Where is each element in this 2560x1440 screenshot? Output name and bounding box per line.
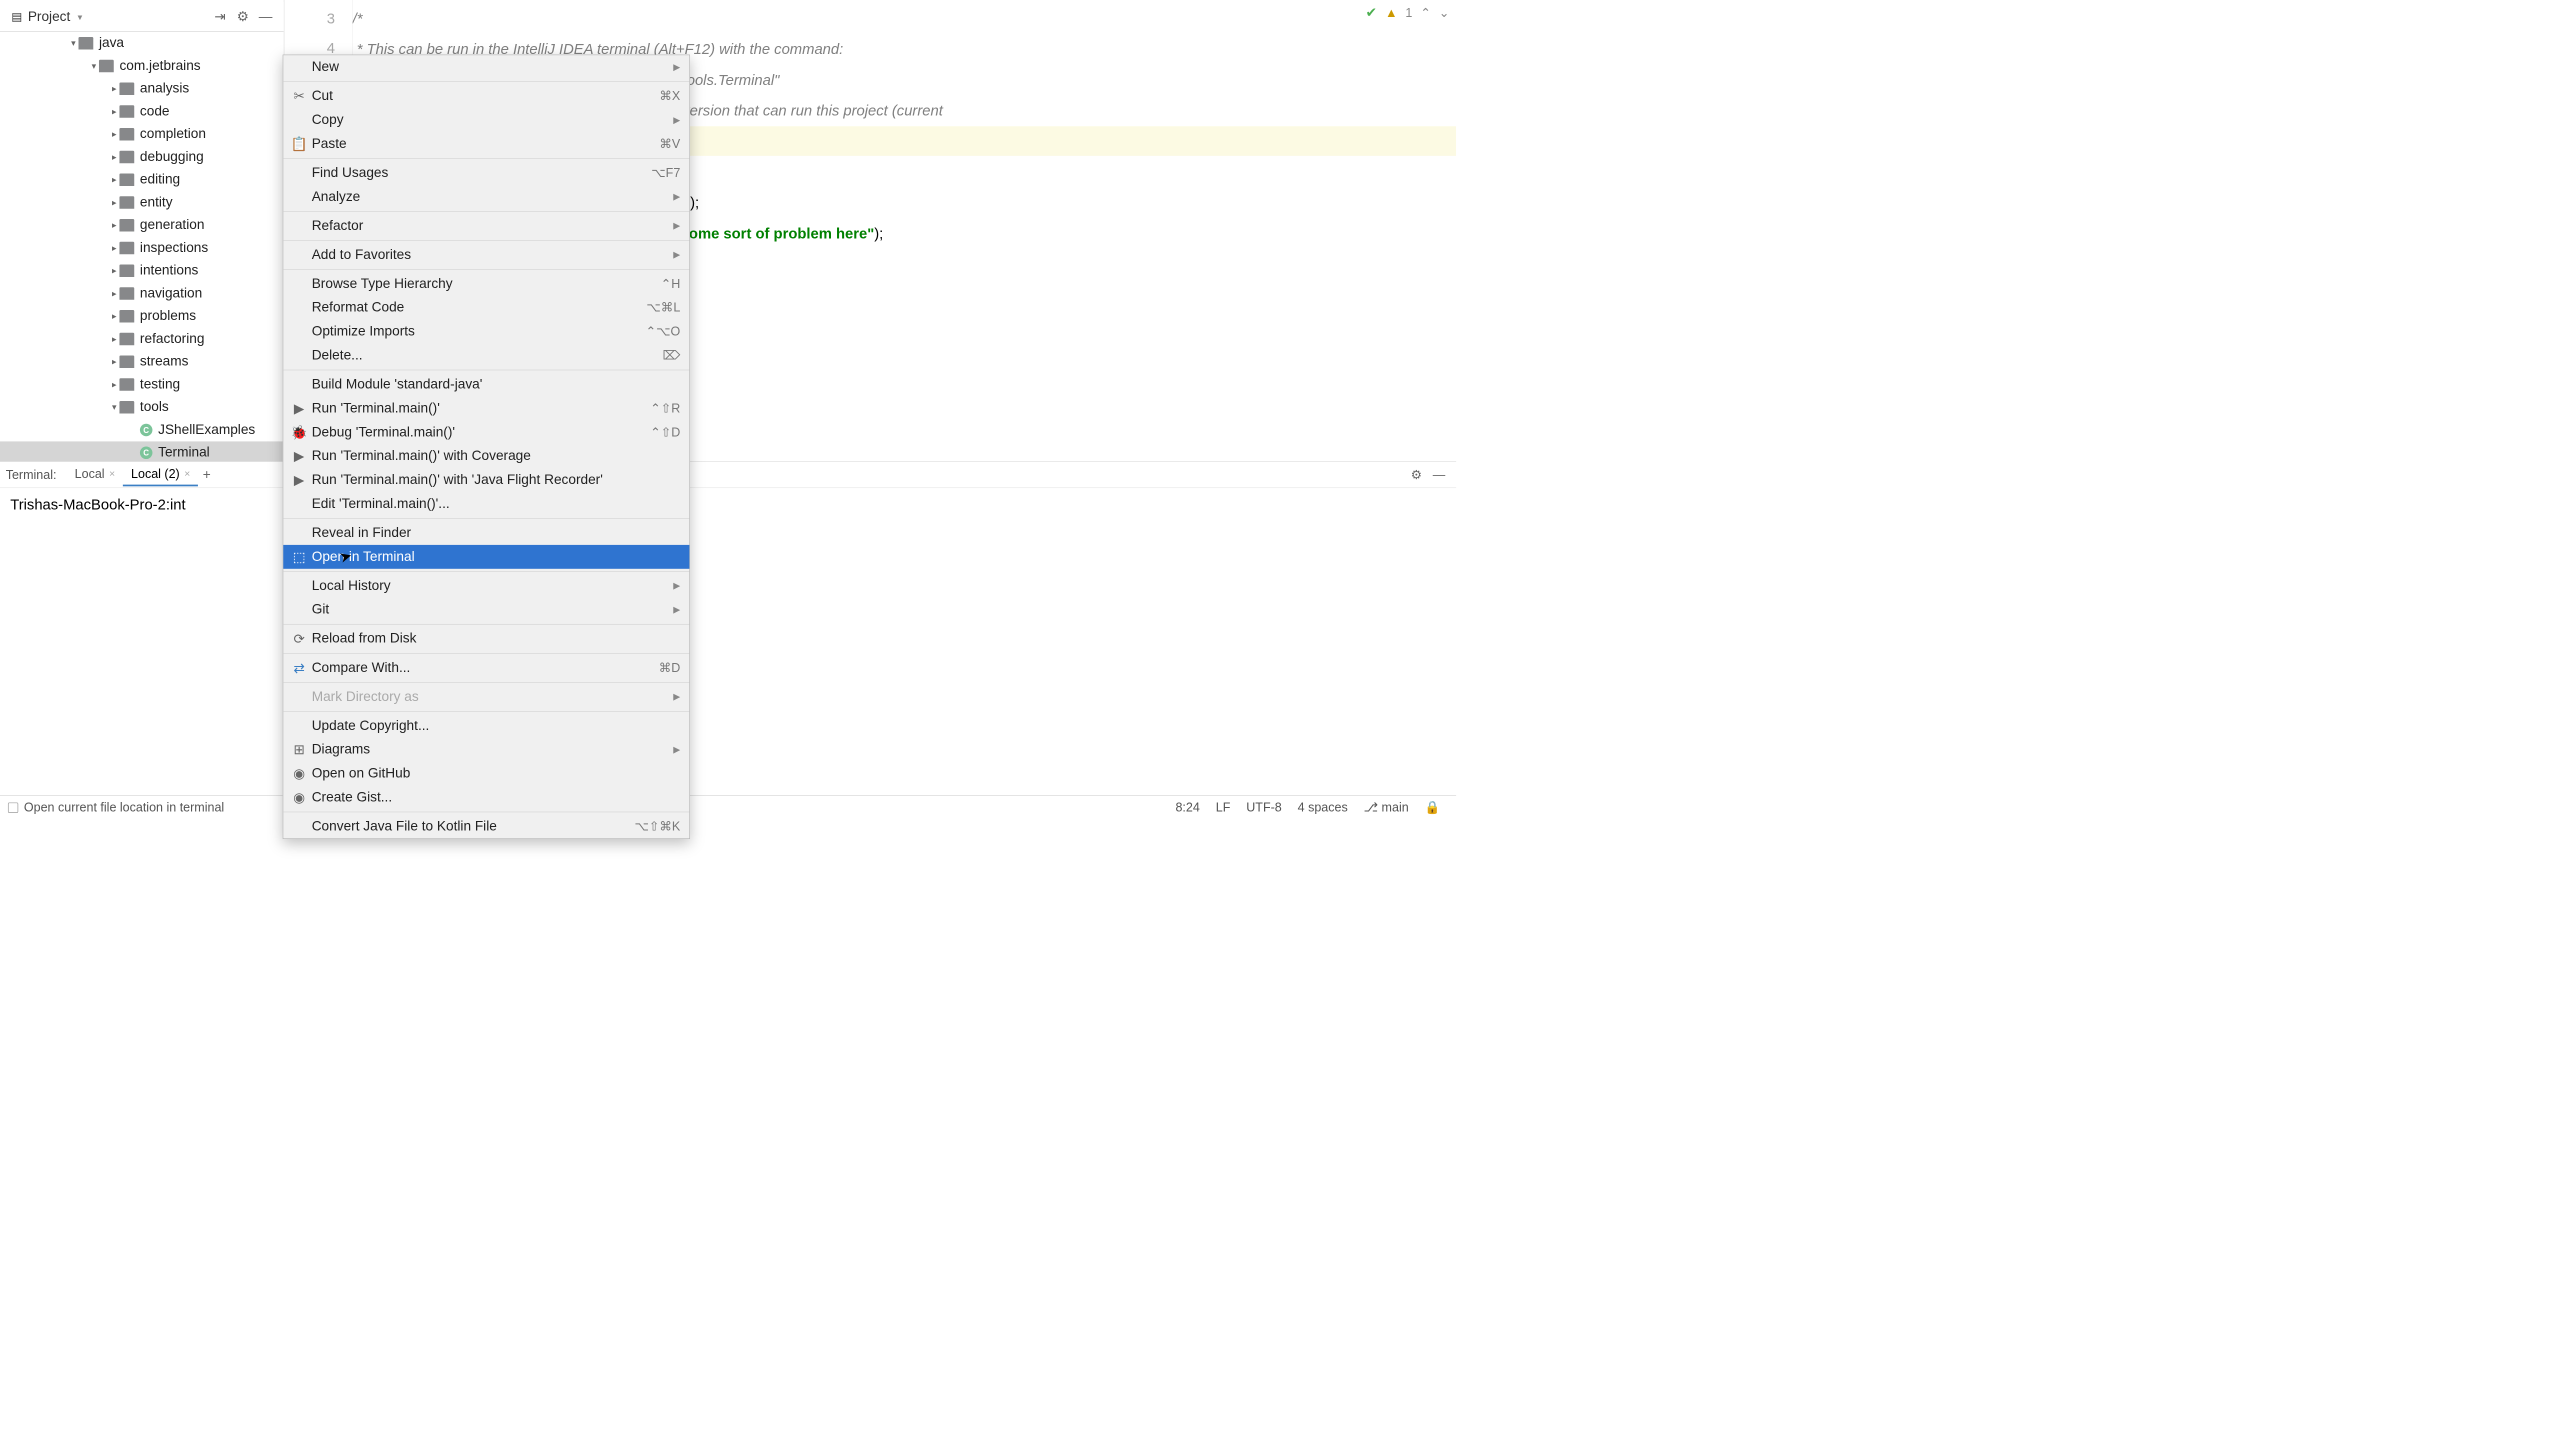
- run-icon: ▶: [290, 472, 308, 488]
- minimize-icon[interactable]: —: [258, 9, 274, 25]
- tree-folder-streams[interactable]: streams: [0, 350, 284, 373]
- menu-paste[interactable]: 📋Paste⌘V: [283, 132, 689, 156]
- reload-icon: ⟳: [290, 631, 308, 647]
- menu-diagrams[interactable]: ⊞Diagrams▶: [283, 738, 689, 762]
- menu-git[interactable]: Git▶: [283, 598, 689, 622]
- status-eol[interactable]: LF: [1216, 800, 1231, 815]
- lock-icon[interactable]: 🔒: [1425, 800, 1441, 815]
- project-selector[interactable]: ▤ Project ▼: [7, 7, 89, 27]
- tree-file-terminal[interactable]: Terminal: [0, 441, 284, 461]
- tree-file-jshell[interactable]: JShellExamples: [0, 419, 284, 442]
- minimize-icon[interactable]: —: [1431, 467, 1447, 483]
- run-icon: ▶: [290, 448, 308, 464]
- collapse-icon[interactable]: ⇥: [212, 9, 228, 25]
- close-icon[interactable]: ×: [184, 468, 190, 480]
- tree-folder-problems[interactable]: problems: [0, 305, 284, 328]
- gear-icon[interactable]: ⚙: [1408, 467, 1424, 483]
- terminal-tab-local2[interactable]: Local (2)×: [123, 463, 198, 486]
- tree-folder-intentions[interactable]: intentions: [0, 259, 284, 282]
- context-menu[interactable]: New▶ ✂Cut⌘X Copy▶ 📋Paste⌘V Find Usages⌥F…: [283, 55, 690, 839]
- menu-run-jfr[interactable]: ▶Run 'Terminal.main()' with 'Java Flight…: [283, 468, 689, 492]
- menu-reformat[interactable]: Reformat Code⌥⌘L: [283, 296, 689, 320]
- terminal-panel[interactable]: Terminal: Local× Local (2)× + ⚙ — Trisha…: [0, 461, 1456, 795]
- gear-icon[interactable]: ⚙: [235, 9, 251, 25]
- status-hint: Open current file location in terminal: [24, 800, 224, 815]
- project-label: Project: [28, 9, 70, 25]
- menu-open-github[interactable]: ◉Open on GitHub: [283, 762, 689, 786]
- tree-folder-tools[interactable]: tools: [0, 396, 284, 419]
- menu-update-copyright[interactable]: Update Copyright...: [283, 714, 689, 738]
- tree-folder-analysis[interactable]: analysis: [0, 77, 284, 100]
- tree-folder-testing[interactable]: testing: [0, 373, 284, 396]
- tree-folder-pkg[interactable]: com.jetbrains: [0, 55, 284, 78]
- checkbox[interactable]: [8, 802, 18, 812]
- menu-find-usages[interactable]: Find Usages⌥F7: [283, 161, 689, 185]
- tree-folder-code[interactable]: code: [0, 100, 284, 123]
- warning-icon: ▲: [1385, 5, 1397, 20]
- chevron-down-icon: ▼: [76, 12, 84, 21]
- menu-cut[interactable]: ✂Cut⌘X: [283, 84, 689, 108]
- tree-folder-inspections[interactable]: inspections: [0, 237, 284, 260]
- tree-folder-refactoring[interactable]: refactoring: [0, 328, 284, 351]
- menu-optimize-imports[interactable]: Optimize Imports⌃⌥O: [283, 320, 689, 344]
- menu-add-favorites[interactable]: Add to Favorites▶: [283, 243, 689, 267]
- run-icon: ▶: [290, 400, 308, 416]
- menu-local-history[interactable]: Local History▶: [283, 574, 689, 598]
- tree-folder-debugging[interactable]: debugging: [0, 146, 284, 169]
- chevron-up-icon[interactable]: ⌃: [1420, 5, 1430, 20]
- tree-folder-generation[interactable]: generation: [0, 214, 284, 237]
- close-icon[interactable]: ×: [109, 468, 115, 480]
- tree-folder-navigation[interactable]: navigation: [0, 282, 284, 305]
- diagram-icon: ⊞: [290, 741, 308, 757]
- github-icon: ◉: [290, 765, 308, 781]
- chevron-down-icon[interactable]: ⌄: [1439, 5, 1449, 20]
- menu-reload[interactable]: ⟳Reload from Disk: [283, 627, 689, 651]
- menu-analyze[interactable]: Analyze▶: [283, 185, 689, 209]
- github-icon: ◉: [290, 789, 308, 805]
- menu-compare[interactable]: ⇄Compare With...⌘D: [283, 656, 689, 680]
- tree-folder-entity[interactable]: entity: [0, 191, 284, 214]
- tree-folder-editing[interactable]: editing: [0, 168, 284, 191]
- menu-refactor[interactable]: Refactor▶: [283, 214, 689, 238]
- menu-run-coverage[interactable]: ▶Run 'Terminal.main()' with Coverage: [283, 444, 689, 468]
- debug-icon: 🐞: [290, 424, 308, 440]
- diff-icon: ⇄: [290, 660, 308, 676]
- terminal-icon: ⬚: [290, 549, 308, 565]
- tree-folder-java[interactable]: java: [0, 32, 284, 55]
- menu-convert-kotlin[interactable]: Convert Java File to Kotlin File⌥⇧⌘K: [283, 815, 689, 839]
- clipboard-icon: 📋: [290, 136, 308, 152]
- terminal-output[interactable]: Trishas-MacBook-Pro-2:int: [0, 488, 1456, 795]
- menu-create-gist[interactable]: ◉Create Gist...: [283, 786, 689, 810]
- status-pos[interactable]: 8:24: [1175, 800, 1199, 815]
- menu-copy[interactable]: Copy▶: [283, 108, 689, 132]
- menu-run[interactable]: ▶Run 'Terminal.main()'⌃⇧R: [283, 396, 689, 420]
- menu-debug[interactable]: 🐞Debug 'Terminal.main()'⌃⇧D: [283, 420, 689, 444]
- terminal-tab-local[interactable]: Local×: [67, 463, 123, 486]
- menu-new[interactable]: New▶: [283, 55, 689, 79]
- menu-mark-directory: Mark Directory as▶: [283, 685, 689, 709]
- check-icon: ✔: [1366, 5, 1377, 21]
- status-indent[interactable]: 4 spaces: [1298, 800, 1348, 815]
- status-branch[interactable]: ⎇ main: [1364, 800, 1409, 815]
- status-bar: Open current file location in terminal 8…: [0, 795, 1456, 819]
- warning-count: 1: [1405, 5, 1412, 20]
- project-tree[interactable]: ▤ Project ▼ ⇥ ⚙ — java com.jetbrains ana…: [0, 0, 284, 461]
- editor-inspections[interactable]: ✔ ▲ 1 ⌃ ⌄: [1366, 5, 1450, 21]
- add-terminal-button[interactable]: +: [203, 467, 211, 483]
- tree-folder-completion[interactable]: completion: [0, 123, 284, 146]
- menu-edit-run[interactable]: Edit 'Terminal.main()'...: [283, 492, 689, 516]
- scissors-icon: ✂: [290, 88, 308, 104]
- menu-reveal-finder[interactable]: Reveal in Finder: [283, 521, 689, 545]
- menu-delete[interactable]: Delete...⌦: [283, 344, 689, 368]
- status-enc[interactable]: UTF-8: [1246, 800, 1281, 815]
- menu-browse-hierarchy[interactable]: Browse Type Hierarchy⌃H: [283, 272, 689, 296]
- terminal-label: Terminal:: [6, 467, 57, 482]
- menu-build-module[interactable]: Build Module 'standard-java': [283, 373, 689, 397]
